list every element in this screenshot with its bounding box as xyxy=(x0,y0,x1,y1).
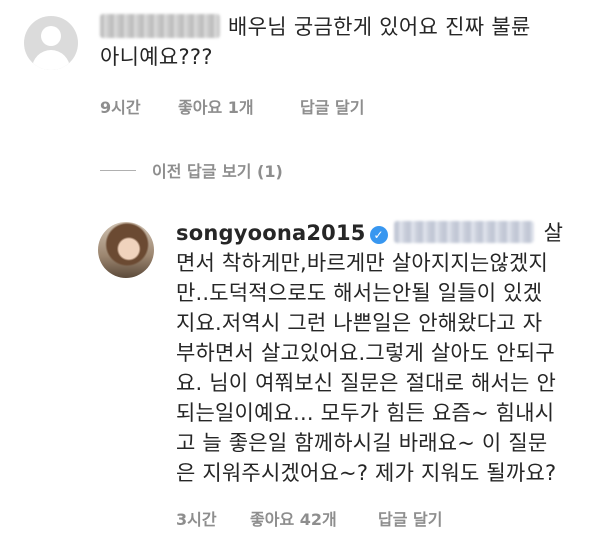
avatar-body-shape xyxy=(32,50,70,70)
reply-text: songyoona2015 ✓ 살 면서 착하게만,바르게만 살아지지는않겠지 만.… xyxy=(176,218,580,488)
comment-line-1: 배우님 궁금한게 있어요 진짜 불륜 xyxy=(228,15,531,39)
verified-badge-icon: ✓ xyxy=(369,226,388,244)
comment-line-2: 아니예요??? xyxy=(100,45,213,69)
reply-reply-button[interactable]: 답글 달기 xyxy=(378,506,442,530)
comment-likes[interactable]: 좋아요 1개 xyxy=(178,94,254,118)
blurred-mention[interactable] xyxy=(393,221,534,243)
comment-text: 배우님 궁금한게 있어요 진짜 불륜 아니예요??? xyxy=(100,12,580,72)
view-previous-replies[interactable]: 이전 답글 보기 (1) xyxy=(100,158,283,182)
divider-line xyxy=(100,169,136,171)
reply-line-0: 살 xyxy=(543,221,564,245)
reply-author-avatar[interactable] xyxy=(98,222,154,278)
reply-line-8: 은 지워주시겠어요~? 제가 지워도 될까요? xyxy=(176,461,557,485)
comment-reply-button[interactable]: 답글 달기 xyxy=(300,94,364,118)
reply-line-2: 만..도덕적으로도 해서는안될 일들이 있겠 xyxy=(176,281,543,305)
view-previous-replies-label: 이전 답글 보기 (1) xyxy=(152,162,283,181)
reply-likes[interactable]: 좋아요 42개 xyxy=(250,506,337,530)
reply-username[interactable]: songyoona2015 xyxy=(176,221,366,245)
reply-line-3: 지요.저역시 그런 나쁜일은 안해왔다고 자 xyxy=(176,311,543,335)
reply-line-1: 면서 착하게만,바르게만 살아지지는않겠지 xyxy=(176,251,548,275)
reply-line-7: 고 늘 좋은일 함께하시길 바래요~ 이 질문 xyxy=(176,431,548,455)
commenter-avatar[interactable] xyxy=(24,16,78,70)
reply-line-5: 요. 님이 여쭤보신 질문은 절대로 해서는 안 xyxy=(176,371,556,395)
reply-time: 3시간 xyxy=(176,510,217,529)
reply-line-4: 부하면서 살고있어요.그렇게 살아도 안되구 xyxy=(176,341,555,365)
reply-line-6: 되는일이예요... 모두가 힘든 요즘~ 힘내시 xyxy=(176,401,555,425)
blurred-username[interactable] xyxy=(100,14,220,38)
comment-time: 9시간 xyxy=(100,98,141,117)
avatar-head-shape xyxy=(41,26,61,46)
